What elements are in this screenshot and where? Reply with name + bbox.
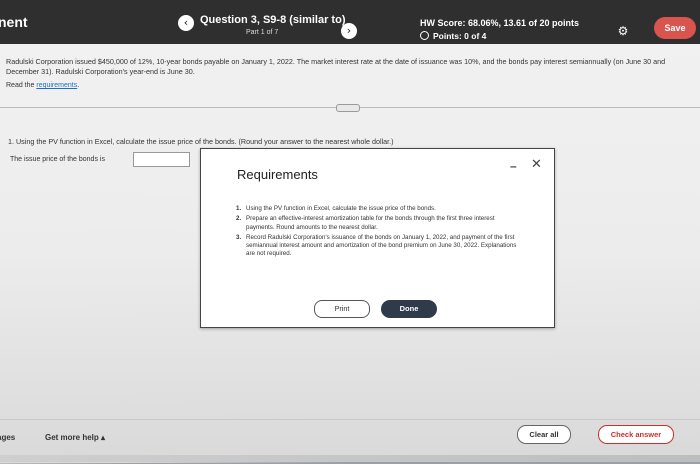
- read-prefix: Read the: [6, 82, 37, 89]
- circle-icon: [420, 31, 429, 40]
- previous-question-button[interactable]: ‹: [178, 15, 194, 31]
- read-requirements: Read the requirements.: [6, 82, 79, 89]
- requirement-text: Prepare an effective-interest amortizati…: [246, 215, 495, 231]
- question-prompt: 1. Using the PV function in Excel, calcu…: [8, 137, 394, 146]
- gear-icon[interactable]: ⚙: [616, 24, 630, 38]
- minimize-icon[interactable]: –: [510, 159, 517, 173]
- get-more-help-button[interactable]: Get more help ▴: [45, 433, 105, 442]
- points-label: Points: 0 of 4: [433, 31, 487, 41]
- chevron-left-icon: ‹: [183, 16, 189, 29]
- expand-handle[interactable]: [336, 104, 360, 112]
- check-answer-button[interactable]: Check answer: [598, 425, 674, 444]
- requirement-number: 1.: [236, 205, 242, 212]
- close-icon[interactable]: ✕: [531, 157, 542, 172]
- next-question-button[interactable]: ›: [341, 23, 357, 39]
- issue-price-label: The issue price of the bonds is: [10, 156, 105, 163]
- problem-intro: Radulski Corporation issued $450,000 of …: [6, 57, 666, 76]
- footer-divider: [0, 419, 700, 420]
- requirement-text: Using the PV function in Excel, calculat…: [246, 205, 436, 212]
- clear-all-button[interactable]: Clear all: [517, 425, 571, 444]
- requirements-dialog: Requirements – ✕ 1. Using the PV function…: [200, 148, 555, 328]
- requirement-item: 1. Using the PV function in Excel, calcul…: [236, 205, 518, 213]
- requirements-link[interactable]: requirements: [36, 82, 77, 89]
- chevron-right-icon: ›: [346, 24, 352, 37]
- requirement-item: 2. Prepare an effective-interest amortiza…: [236, 215, 518, 232]
- pages-link[interactable]: ages: [0, 433, 15, 442]
- top-bar: nent ‹ Question 3, S9-8 (similar to) Par…: [0, 0, 700, 44]
- requirement-number: 2.: [236, 215, 242, 223]
- save-button[interactable]: Save: [654, 17, 696, 39]
- issue-price-input[interactable]: [133, 152, 190, 167]
- read-suffix: .: [77, 82, 80, 89]
- requirements-list: 1. Using the PV function in Excel, calcul…: [236, 205, 518, 261]
- requirement-text: Record Radulski Corporation's issuance o…: [246, 233, 517, 258]
- dialog-title: Requirements: [237, 167, 318, 182]
- print-button[interactable]: Print: [314, 300, 370, 318]
- points-status: Points: 0 of 4: [420, 31, 486, 41]
- requirement-number: 3.: [236, 233, 242, 241]
- screen-bezel: [0, 455, 700, 462]
- done-button[interactable]: Done: [381, 300, 437, 318]
- course-name: nent: [0, 14, 28, 30]
- hw-score: HW Score: 68.06%, 13.61 of 20 points: [420, 18, 580, 28]
- question-part: Part 1 of 7: [246, 29, 279, 36]
- requirement-item: 3. Record Radulski Corporation's issuance…: [236, 234, 518, 259]
- question-title: Question 3, S9-8 (similar to): [200, 14, 346, 26]
